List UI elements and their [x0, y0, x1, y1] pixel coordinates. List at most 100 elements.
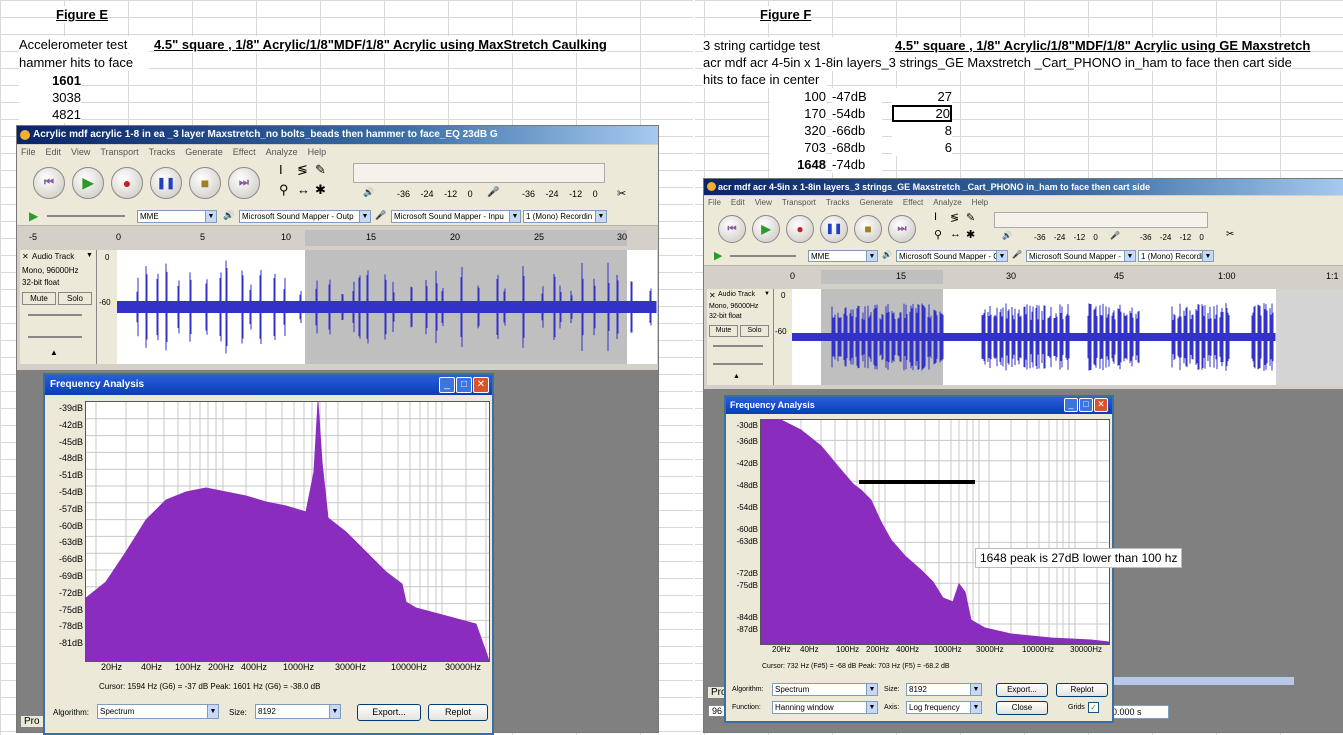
play-button[interactable]: ▶ — [752, 215, 780, 243]
timeshift-tool-icon[interactable]: ↔ — [297, 182, 310, 197]
value-cell[interactable]: 8 — [892, 122, 952, 139]
value-cell[interactable]: 3038 — [19, 89, 81, 106]
draw-tool-icon[interactable]: ✎ — [966, 211, 975, 224]
freq-cell[interactable]: 1648 — [770, 156, 826, 173]
multi-tool-icon[interactable]: ✱ — [966, 228, 975, 241]
menu-transport[interactable]: Transport — [782, 198, 816, 207]
play-at-speed-icon[interactable]: ▶ — [714, 249, 722, 262]
algorithm-select[interactable]: Spectrum ▼ — [772, 683, 878, 696]
menu-file[interactable]: File — [708, 198, 721, 207]
collapse-track-icon[interactable]: ▲ — [50, 348, 58, 357]
zoom-tool-icon[interactable]: ⚲ — [934, 228, 942, 241]
mute-button[interactable]: Mute — [709, 325, 738, 337]
axis-select[interactable]: Log frequency ▼ — [906, 701, 982, 714]
db-cell[interactable]: -74db — [832, 156, 882, 173]
menu-edit[interactable]: Edit — [46, 147, 62, 157]
multi-tool-icon[interactable]: ✱ — [315, 182, 326, 198]
selection-start-field[interactable]: 0.000 s — [1109, 705, 1169, 719]
pan-slider[interactable] — [713, 363, 763, 365]
pause-button[interactable]: ❚❚ — [150, 167, 182, 199]
close-icon[interactable]: ✕ — [1094, 398, 1108, 412]
replot-button[interactable]: Replot — [1056, 683, 1108, 697]
envelope-tool-icon[interactable]: ≶ — [297, 162, 308, 178]
play-at-speed-icon[interactable]: ▶ — [29, 209, 38, 223]
menu-file[interactable]: File — [21, 147, 36, 157]
export-button[interactable]: Export... — [357, 704, 421, 721]
function-select[interactable]: Hanning window ▼ — [772, 701, 878, 714]
menu-edit[interactable]: Edit — [731, 198, 745, 207]
output-device-select[interactable]: Microsoft Sound Mapper - Outp ▼ — [896, 250, 1008, 262]
menu-help[interactable]: Help — [308, 147, 327, 157]
input-device-select[interactable]: Microsoft Sound Mapper - Inpu ▼ — [1026, 250, 1136, 262]
value-cell[interactable]: 4821 — [19, 106, 81, 123]
track-name[interactable]: Audio Track — [32, 252, 74, 261]
channels-select[interactable]: 1 (Mono) Recordin ▼ — [523, 210, 607, 223]
gain-slider[interactable] — [713, 345, 763, 347]
zoom-tool-icon[interactable]: ⚲ — [279, 182, 289, 198]
size-select[interactable]: 8192 ▼ — [255, 704, 341, 719]
value-cell[interactable]: 6 — [892, 139, 952, 156]
menu-generate[interactable]: Generate — [185, 147, 223, 157]
play-button[interactable]: ▶ — [72, 167, 104, 199]
menu-effect[interactable]: Effect — [233, 147, 256, 157]
db-cell[interactable]: -54db — [832, 105, 882, 122]
stop-button[interactable]: ■ — [854, 215, 882, 243]
freq-cell[interactable]: 170 — [770, 105, 826, 122]
db-cell[interactable]: -47dB — [832, 88, 882, 105]
skip-start-button[interactable]: ⏮ — [33, 167, 65, 199]
track-menu-arrow-icon[interactable]: ▼ — [764, 291, 770, 297]
pause-button[interactable]: ❚❚ — [820, 215, 848, 243]
algorithm-select[interactable]: Spectrum ▼ — [97, 704, 219, 719]
waveform-display[interactable] — [117, 250, 657, 364]
minimize-icon[interactable]: _ — [439, 377, 455, 393]
track-menu-arrow-icon[interactable]: ▼ — [86, 252, 93, 259]
gain-slider[interactable] — [28, 314, 82, 316]
spectrum-plot[interactable] — [760, 419, 1110, 645]
cut-icon[interactable]: ✂ — [617, 187, 626, 200]
track-close-icon[interactable]: ✕ — [22, 252, 29, 261]
freq-cell[interactable]: 320 — [770, 122, 826, 139]
mute-button[interactable]: Mute — [22, 292, 56, 305]
close-icon[interactable]: ✕ — [473, 377, 489, 393]
record-button[interactable]: ● — [111, 167, 143, 199]
stop-button[interactable]: ■ — [189, 167, 221, 199]
host-select[interactable]: MME ▼ — [808, 250, 878, 262]
input-device-select[interactable]: Microsoft Sound Mapper - Inpu ▼ — [391, 210, 521, 223]
grids-checkbox[interactable]: ✓ — [1088, 702, 1099, 713]
menu-tracks[interactable]: Tracks — [149, 147, 176, 157]
maximize-icon[interactable]: □ — [456, 377, 472, 393]
value-cell[interactable]: 27 — [892, 88, 952, 105]
freq-cell[interactable]: 703 — [770, 139, 826, 156]
timeshift-tool-icon[interactable]: ↔ — [950, 228, 961, 240]
size-select[interactable]: 8192 ▼ — [906, 683, 982, 696]
menu-view[interactable]: View — [71, 147, 90, 157]
pan-slider[interactable] — [28, 336, 82, 338]
track-close-icon[interactable]: ✕ — [709, 291, 716, 300]
menu-analyze[interactable]: Analyze — [266, 147, 298, 157]
close-button[interactable]: Close — [996, 701, 1048, 715]
record-button[interactable]: ● — [786, 215, 814, 243]
menu-transport[interactable]: Transport — [100, 147, 138, 157]
db-cell[interactable]: -66db — [832, 122, 882, 139]
db-cell[interactable]: -68db — [832, 139, 882, 156]
minimize-icon[interactable]: _ — [1064, 398, 1078, 412]
freq-cell[interactable]: 100 — [770, 88, 826, 105]
collapse-track-icon[interactable]: ▲ — [733, 373, 740, 380]
value-cell[interactable]: 20 — [892, 105, 952, 122]
export-button[interactable]: Export... — [996, 683, 1048, 697]
track-name[interactable]: Audio Track — [718, 291, 755, 298]
selection-tool-icon[interactable]: I — [279, 162, 283, 177]
menu-tracks[interactable]: Tracks — [826, 198, 850, 207]
maximize-icon[interactable]: □ — [1079, 398, 1093, 412]
waveform-display[interactable] — [792, 289, 1276, 385]
menu-generate[interactable]: Generate — [860, 198, 893, 207]
menu-effect[interactable]: Effect — [903, 198, 923, 207]
envelope-tool-icon[interactable]: ≶ — [950, 211, 959, 224]
spectrum-plot[interactable] — [85, 401, 490, 662]
speed-slider[interactable] — [47, 215, 125, 217]
host-select[interactable]: MME ▼ — [137, 210, 217, 223]
skip-end-button[interactable]: ⏭ — [888, 215, 916, 243]
solo-button[interactable]: Solo — [58, 292, 92, 305]
speed-slider[interactable] — [730, 255, 796, 257]
menu-help[interactable]: Help — [972, 198, 988, 207]
